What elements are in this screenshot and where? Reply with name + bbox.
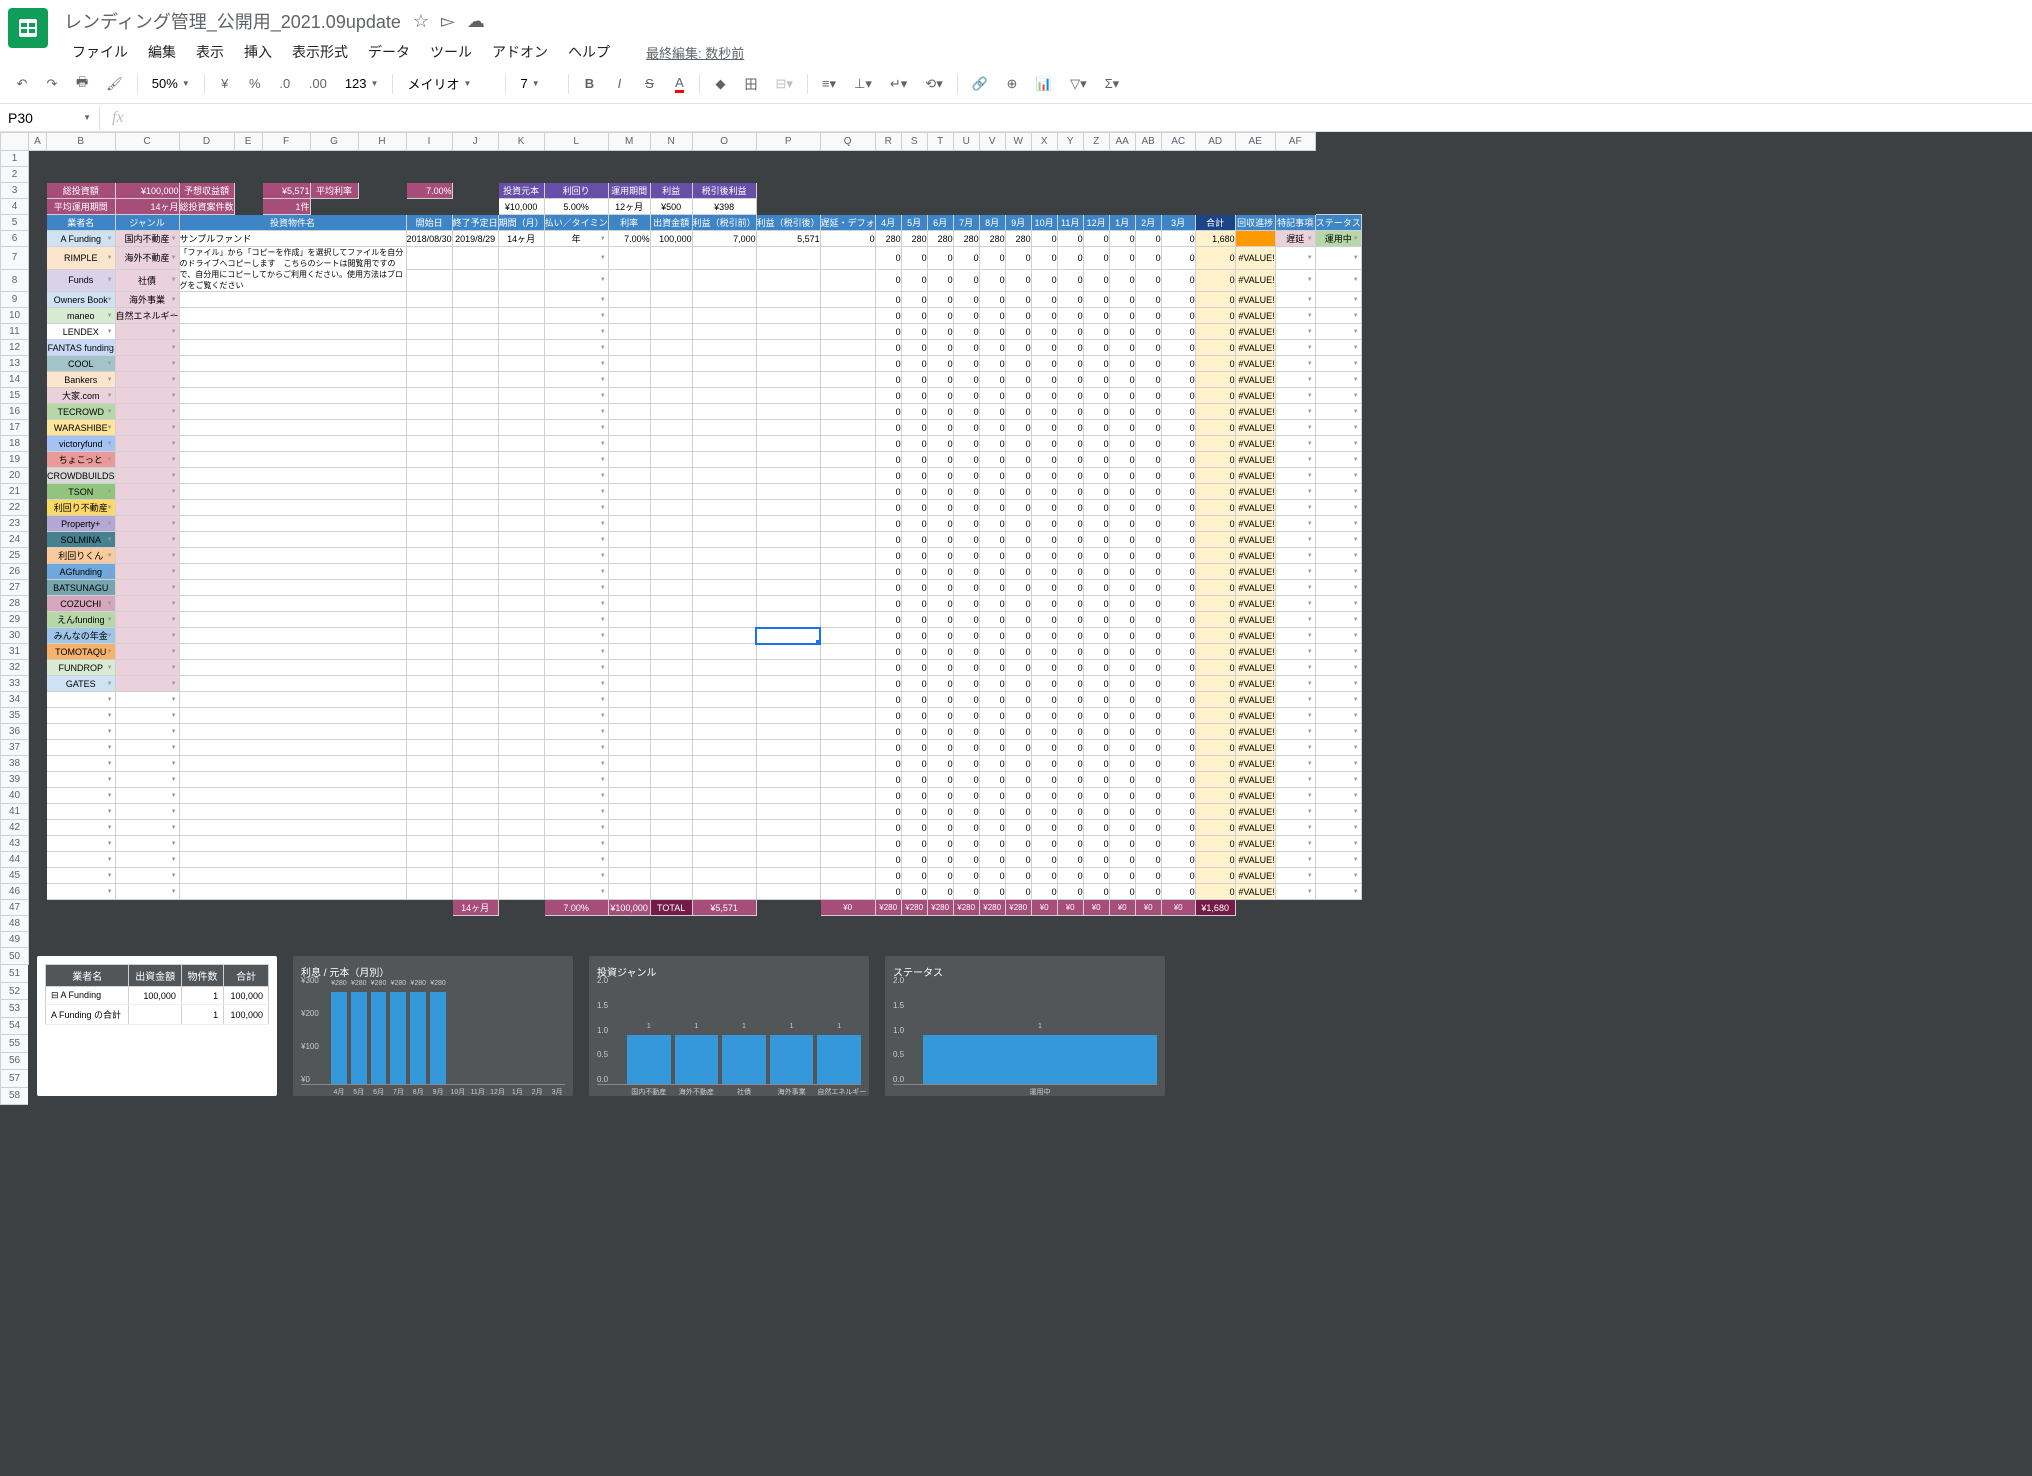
menu-view[interactable]: 表示 [188, 38, 232, 66]
sheets-logo[interactable] [8, 8, 48, 48]
bold-button[interactable]: B [575, 70, 603, 98]
fx-icon: fx [100, 109, 136, 127]
undo-button[interactable]: ↶ [8, 70, 36, 98]
menu-format[interactable]: 表示形式 [284, 38, 356, 66]
name-box[interactable]: P30▼ [0, 106, 100, 130]
chart-1: 投資ジャンル0.00.51.01.52.011111国内不動産海外不動産社債海外… [589, 956, 869, 1096]
menu-file[interactable]: ファイル [64, 38, 136, 66]
sheets-icon [16, 16, 40, 40]
paint-format-button[interactable]: 🖌 [98, 70, 131, 98]
italic-button[interactable]: I [605, 70, 633, 98]
currency-button[interactable]: ¥ [211, 70, 239, 98]
redo-button[interactable]: ↷ [38, 70, 66, 98]
toolbar: ↶ ↷ 🖶 🖌 50%▼ ¥ % .0 .00 123▼ メイリオ▼ 7▼ B … [0, 64, 2032, 104]
app-header: レンディング管理_公開用_2021.09update ☆ ▻ ☁ ファイル 編集… [0, 0, 2032, 64]
pivot-table: 業者名出資金額物件数合計⊟ A Funding100,0001100,000A … [37, 956, 277, 1096]
zoom-select[interactable]: 50%▼ [144, 72, 198, 95]
menu-bar: ファイル 編集 表示 挿入 表示形式 データ ツール アドオン ヘルプ 最終編集… [64, 38, 2024, 66]
strike-button[interactable]: S [635, 70, 663, 98]
format-select[interactable]: 123▼ [337, 72, 387, 95]
menu-addons[interactable]: アドオン [484, 38, 556, 66]
filter-button[interactable]: ▽▾ [1062, 70, 1095, 98]
fontsize-select[interactable]: 7▼ [512, 72, 562, 95]
menu-edit[interactable]: 編集 [140, 38, 184, 66]
valign-button[interactable]: ⊥▾ [846, 70, 880, 98]
menu-tools[interactable]: ツール [422, 38, 480, 66]
last-edit-link[interactable]: 最終編集: 数秒前 [638, 39, 752, 66]
link-button[interactable]: 🔗 [964, 70, 996, 98]
chart-0: 利息 / 元本（月別）¥0¥100¥200¥300¥280¥280¥280¥28… [293, 956, 573, 1096]
rotate-button[interactable]: ⟲▾ [917, 70, 950, 98]
font-select[interactable]: メイリオ▼ [399, 70, 499, 97]
fill-color-button[interactable]: ◆ [706, 70, 734, 98]
text-color-button[interactable]: A [665, 70, 693, 98]
move-icon[interactable]: ▻ [441, 11, 455, 32]
formula-bar: P30▼ fx [0, 104, 2032, 132]
formula-input[interactable] [136, 106, 2032, 129]
spreadsheet-grid[interactable]: ABCDEFGHIJKLMNOPQRSTUVWXYZAAABACADAEAF12… [0, 132, 1362, 1105]
menu-data[interactable]: データ [360, 38, 418, 66]
percent-button[interactable]: % [241, 70, 269, 98]
menu-insert[interactable]: 挿入 [236, 38, 280, 66]
chart-button[interactable]: 📊 [1028, 70, 1060, 98]
increase-decimal-button[interactable]: .00 [301, 70, 335, 98]
star-icon[interactable]: ☆ [413, 11, 429, 32]
cloud-icon[interactable]: ☁ [467, 11, 485, 32]
grid-area[interactable]: ABCDEFGHIJKLMNOPQRSTUVWXYZAAABACADAEAF12… [0, 132, 2032, 1476]
borders-button[interactable]: 田 [736, 70, 765, 98]
print-button[interactable]: 🖶 [68, 70, 96, 98]
decrease-decimal-button[interactable]: .0 [271, 70, 299, 98]
halign-button[interactable]: ≡▾ [814, 70, 844, 98]
merge-button[interactable]: ⊟▾ [767, 70, 800, 98]
document-title[interactable]: レンディング管理_公開用_2021.09update [64, 8, 401, 34]
menu-help[interactable]: ヘルプ [560, 38, 618, 66]
functions-button[interactable]: Σ▾ [1097, 70, 1128, 98]
chart-2: ステータス0.00.51.01.52.01運用中 [885, 956, 1165, 1096]
wrap-button[interactable]: ↵▾ [882, 70, 915, 98]
comment-button[interactable]: ⊕ [998, 70, 1026, 98]
